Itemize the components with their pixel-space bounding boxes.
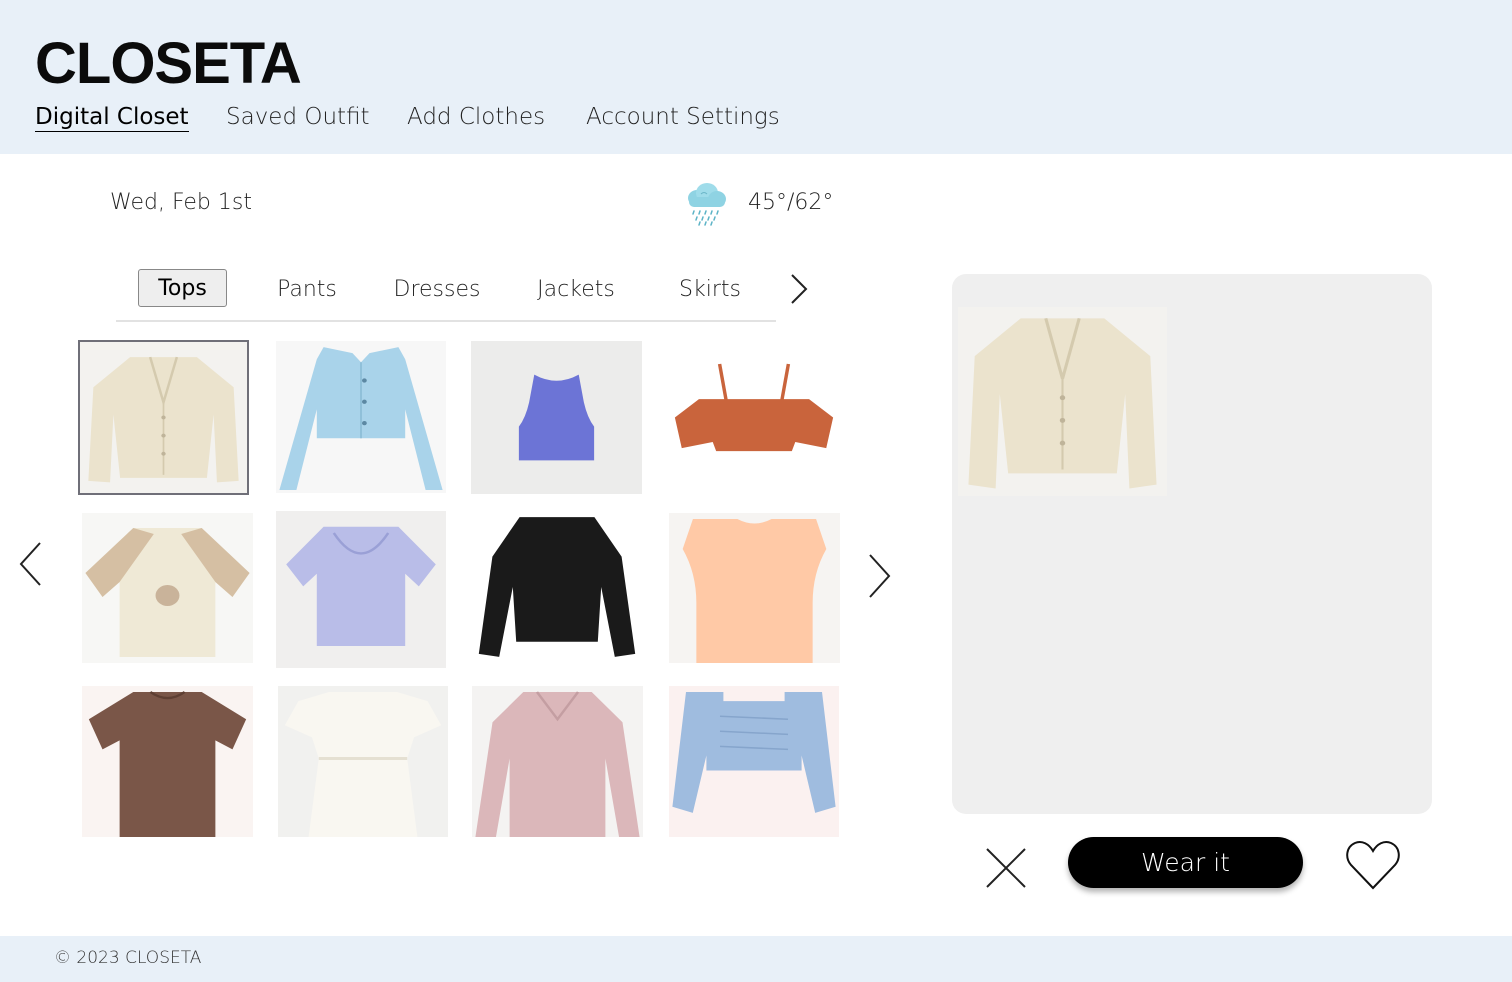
closet-item-cream-cardigan[interactable] bbox=[78, 340, 249, 495]
nav-digital-closet[interactable]: Digital Closet bbox=[35, 104, 189, 132]
wear-it-button[interactable]: Wear it bbox=[1068, 837, 1303, 888]
close-icon[interactable] bbox=[984, 846, 1028, 890]
rain-cloud-icon bbox=[683, 182, 729, 226]
closet-item-rust-off-shoulder-top[interactable] bbox=[668, 341, 840, 494]
heart-icon[interactable] bbox=[1344, 838, 1402, 892]
grid-next-chevron-icon[interactable] bbox=[864, 550, 894, 600]
footer bbox=[0, 936, 1512, 982]
closet-item-purple-tank-top[interactable] bbox=[471, 341, 642, 494]
nav-saved-outfit[interactable]: Saved Outfit bbox=[226, 104, 370, 130]
closet-item-white-peplum-top[interactable] bbox=[278, 686, 448, 837]
closet-item-blue-ruched-crop-top[interactable] bbox=[669, 686, 839, 837]
grid-prev-chevron-icon[interactable] bbox=[16, 540, 46, 590]
closet-item-pink-polo-sweater[interactable] bbox=[472, 686, 643, 837]
tabs-divider bbox=[116, 320, 776, 322]
tab-pants[interactable]: Pants bbox=[270, 275, 344, 313]
date-label: Wed, Feb 1st bbox=[110, 190, 252, 215]
closet-item-raglan-mushroom-tee[interactable] bbox=[82, 513, 253, 663]
tab-jackets[interactable]: Jackets bbox=[532, 275, 620, 313]
closet-item-light-blue-crop-shirt[interactable] bbox=[276, 341, 446, 493]
nav-account-settings[interactable]: Account Settings bbox=[586, 104, 780, 130]
logo[interactable]: CLOSETA bbox=[35, 30, 302, 97]
nav-add-clothes[interactable]: Add Clothes bbox=[407, 104, 545, 130]
copyright-text: © 2023 CLOSETA bbox=[54, 948, 202, 968]
preview-cream-cardigan[interactable] bbox=[958, 307, 1167, 496]
tab-skirts[interactable]: Skirts bbox=[672, 275, 748, 313]
temperature-label: 45°/62° bbox=[748, 190, 834, 215]
closet-item-brown-tee[interactable] bbox=[82, 686, 253, 837]
tab-dresses[interactable]: Dresses bbox=[390, 275, 484, 313]
closet-item-peach-muscle-tank[interactable] bbox=[669, 513, 840, 663]
closet-item-lavender-sweetheart-top[interactable] bbox=[276, 511, 446, 668]
closet-item-black-blouse[interactable] bbox=[472, 511, 642, 663]
tabs-next-chevron-icon[interactable] bbox=[786, 272, 812, 306]
tab-tops[interactable]: Tops bbox=[138, 269, 227, 307]
